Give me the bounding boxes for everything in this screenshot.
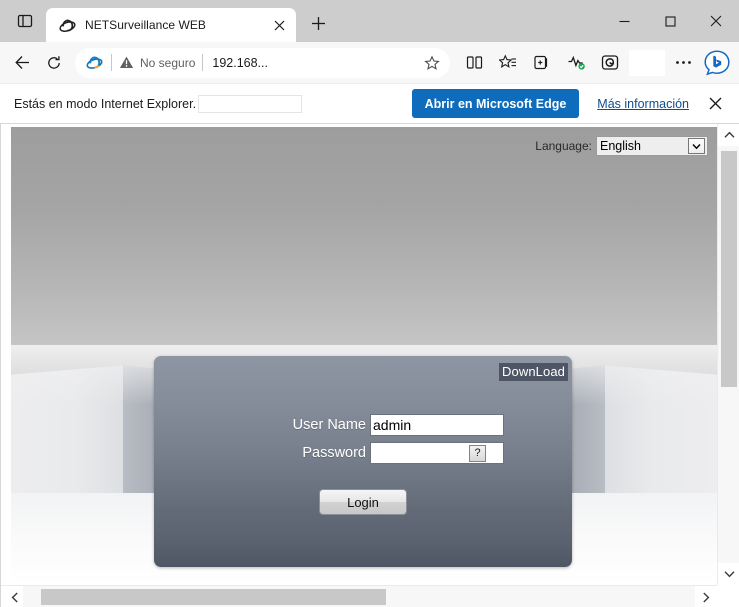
scroll-up-button[interactable] bbox=[718, 124, 739, 146]
vertical-scroll-track[interactable] bbox=[718, 146, 739, 563]
language-selector-row: Language: English bbox=[535, 136, 708, 156]
profile-button[interactable] bbox=[629, 49, 665, 76]
refresh-icon bbox=[48, 55, 60, 69]
download-link[interactable]: DownLoad bbox=[499, 363, 568, 381]
tab-actions-glyph bbox=[17, 14, 33, 28]
ellipsis-icon bbox=[675, 61, 691, 64]
more-info-link[interactable]: Más información bbox=[597, 97, 689, 111]
edge-copilot-icon bbox=[601, 55, 619, 70]
scroll-right-button[interactable] bbox=[695, 586, 717, 607]
close-glyph bbox=[274, 20, 284, 30]
login-form: User Name Password ? Login bbox=[154, 414, 572, 515]
internet-explorer-icon bbox=[58, 16, 76, 34]
horizontal-scroll-track[interactable] bbox=[23, 586, 695, 607]
plus-glyph bbox=[311, 16, 325, 30]
close-glyph bbox=[709, 97, 721, 110]
language-select[interactable]: English bbox=[596, 136, 708, 156]
login-button[interactable]: Login bbox=[319, 489, 407, 515]
tab-title: NETSurveillance WEB bbox=[85, 18, 206, 32]
language-selected-value: English bbox=[600, 139, 641, 153]
minimize-icon bbox=[619, 20, 629, 22]
page-viewport: Language: English DownLoad User Name adm… bbox=[0, 124, 739, 607]
username-input[interactable] bbox=[370, 414, 504, 436]
ie-mode-message: Estás en modo Internet Explorer. bbox=[14, 96, 197, 111]
tab-actions-icon[interactable] bbox=[6, 4, 44, 38]
username-label: User Name bbox=[292, 417, 366, 433]
refresh-button[interactable] bbox=[38, 47, 70, 79]
window-maximize-button[interactable] bbox=[647, 0, 693, 42]
password-label: Password bbox=[302, 445, 366, 461]
username-row: User Name bbox=[154, 414, 572, 436]
password-row: Password ? bbox=[154, 442, 572, 464]
chevron-down-icon[interactable] bbox=[688, 138, 705, 154]
add-favorite-icon[interactable] bbox=[420, 51, 444, 75]
internet-explorer-icon bbox=[84, 53, 104, 73]
vertical-scroll-thumb[interactable] bbox=[721, 151, 737, 387]
favorites-star-icon bbox=[499, 54, 516, 68]
back-button[interactable] bbox=[6, 47, 38, 79]
password-help-button[interactable]: ? bbox=[469, 444, 486, 462]
open-in-microsoft-edge-button[interactable]: Abrir en Microsoft Edge bbox=[411, 89, 580, 118]
new-tab-icon[interactable] bbox=[303, 8, 333, 38]
collections-icon bbox=[534, 55, 548, 70]
language-label: Language: bbox=[535, 139, 592, 153]
chevron-right-icon bbox=[703, 591, 710, 603]
horizontal-scrollbar[interactable] bbox=[1, 585, 717, 607]
vertical-scrollbar[interactable] bbox=[717, 124, 739, 585]
copilot-button[interactable] bbox=[593, 47, 627, 79]
window-close-button[interactable] bbox=[693, 0, 739, 42]
netsurveillance-login-page: Language: English DownLoad User Name adm… bbox=[11, 127, 717, 585]
browser-essentials-icon bbox=[568, 55, 585, 70]
browser-toolbar: No seguro 192.168... bbox=[0, 42, 739, 84]
split-screen-button[interactable] bbox=[457, 47, 491, 79]
window-controls bbox=[601, 0, 739, 42]
omnibox-divider-1 bbox=[111, 54, 112, 71]
ie-mode-notification-bar: Estás en modo Internet Explorer. Abrir e… bbox=[0, 84, 739, 124]
address-bar-url[interactable]: 192.168... bbox=[212, 56, 420, 70]
split-screen-icon bbox=[466, 56, 482, 69]
browser-tab[interactable]: NETSurveillance WEB bbox=[46, 8, 296, 42]
window-minimize-button[interactable] bbox=[601, 0, 647, 42]
back-arrow-icon bbox=[14, 56, 29, 69]
bing-chat-button[interactable] bbox=[701, 47, 733, 79]
tab-strip: NETSurveillance WEB bbox=[0, 0, 739, 42]
star-glyph bbox=[424, 54, 440, 70]
chevron-down-glyph bbox=[692, 143, 701, 149]
ie-mode-bar-close-icon[interactable] bbox=[701, 90, 729, 118]
scroll-down-button[interactable] bbox=[718, 563, 739, 585]
scrollbar-corner bbox=[717, 585, 739, 607]
horizontal-scroll-thumb[interactable] bbox=[41, 589, 386, 605]
close-icon bbox=[710, 15, 722, 27]
ie-glyph bbox=[58, 19, 76, 32]
chevron-up-icon bbox=[723, 131, 735, 138]
collections-button[interactable] bbox=[525, 47, 559, 79]
ie-glyph bbox=[85, 56, 103, 69]
settings-and-more-button[interactable] bbox=[667, 47, 699, 79]
bing-chat-icon bbox=[704, 49, 730, 75]
browser-essentials-button[interactable] bbox=[559, 47, 593, 79]
security-status-label: No seguro bbox=[140, 55, 196, 70]
chevron-left-icon bbox=[11, 591, 18, 603]
favorites-button[interactable] bbox=[491, 47, 525, 79]
chevron-down-icon bbox=[723, 571, 735, 578]
warning-triangle-icon bbox=[119, 56, 134, 68]
login-button-row: Login bbox=[154, 489, 572, 515]
address-bar[interactable]: No seguro 192.168... bbox=[75, 47, 450, 78]
login-panel: DownLoad User Name Password ? Login bbox=[154, 356, 572, 567]
tab-close-icon[interactable] bbox=[268, 14, 290, 36]
browser-window: NETSurveillance WEB No seguro 192.168...… bbox=[0, 0, 739, 607]
ie-mode-message-field bbox=[198, 94, 302, 113]
security-status[interactable]: No seguro bbox=[119, 55, 195, 70]
maximize-icon bbox=[664, 15, 676, 27]
omnibox-divider-2 bbox=[202, 54, 204, 71]
